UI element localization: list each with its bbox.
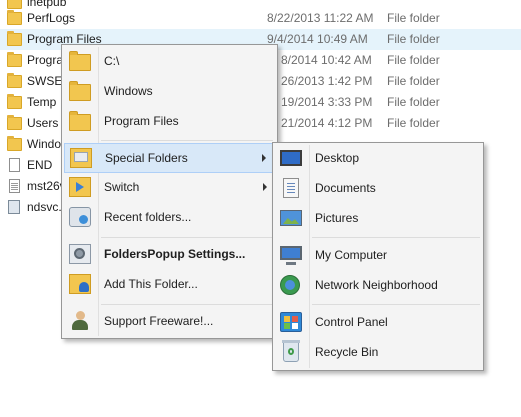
- menu-item-label: Support Freeware!...: [104, 314, 214, 328]
- menu-item-label: Desktop: [315, 151, 360, 165]
- service-file-icon: [8, 200, 20, 214]
- menu-item-label: Recent folders...: [104, 210, 192, 224]
- computer-icon: [280, 246, 302, 265]
- menu-item-label: Switch: [104, 180, 140, 194]
- menu-separator: [101, 304, 273, 305]
- menu-item-label: Recycle Bin: [315, 345, 379, 359]
- menu-item-label: Control Panel: [315, 315, 388, 329]
- menu-item-label: Program Files: [104, 114, 179, 128]
- menu-item-windows[interactable]: Windows: [64, 77, 275, 107]
- menu-item-special-folders[interactable]: Special Folders: [64, 143, 275, 173]
- file-icon: [9, 158, 20, 172]
- menu-item-add-this-folder[interactable]: Add This Folder...: [64, 270, 275, 300]
- menu-item-support-freeware[interactable]: Support Freeware!...: [64, 307, 275, 337]
- menu-separator: [101, 140, 273, 141]
- file-row[interactable]: PerfLogs 8/22/2013 11:22 AM File folder: [0, 8, 521, 29]
- menu-item-label: Special Folders: [105, 151, 188, 165]
- network-icon: [280, 275, 300, 295]
- folder-icon: [7, 136, 22, 151]
- file-type: File folder: [387, 53, 440, 67]
- folder-icon: [7, 115, 22, 130]
- file-date: 8/2014 10:42 AM: [281, 53, 372, 67]
- menu-item-documents[interactable]: Documents: [275, 174, 481, 204]
- menu-item-control-panel[interactable]: Control Panel: [275, 308, 481, 338]
- file-name: PerfLogs: [27, 11, 76, 25]
- menu-item-desktop[interactable]: Desktop: [275, 144, 481, 174]
- file-date: 8/22/2013 11:22 AM: [267, 11, 374, 25]
- menu-item-c-drive[interactable]: C:\: [64, 47, 275, 77]
- special-folders-submenu: Desktop Documents Pictures My Computer N…: [272, 142, 484, 371]
- menu-item-label: C:\: [104, 54, 120, 68]
- file-name: Progra: [27, 53, 64, 67]
- documents-icon: [283, 178, 299, 198]
- switch-icon: [69, 177, 91, 197]
- folder-icon: [69, 81, 91, 101]
- menu-item-label: Network Neighborhood: [315, 278, 438, 292]
- menu-item-label: Documents: [315, 181, 376, 195]
- file-name: Users: [27, 116, 59, 130]
- folder-icon: [7, 31, 22, 46]
- menu-item-network-neighborhood[interactable]: Network Neighborhood: [275, 271, 481, 301]
- menu-item-label: FoldersPopup Settings...: [104, 247, 246, 261]
- recycle-bin-icon: [282, 340, 300, 362]
- menu-item-label: Add This Folder...: [104, 277, 198, 291]
- folder-icon: [69, 111, 91, 131]
- menu-separator: [312, 237, 480, 238]
- file-date: 26/2013 1:42 PM: [281, 74, 373, 88]
- folder-icon: [7, 10, 22, 25]
- file-name: mst26v: [27, 179, 66, 193]
- text-file-icon: [9, 179, 20, 193]
- file-name: END: [27, 158, 53, 172]
- menu-item-label: Windows: [104, 84, 153, 98]
- file-name: Windo: [27, 137, 62, 151]
- folders-popup-menu: C:\ Windows Program Files Special Folder…: [61, 44, 278, 339]
- folder-icon: [7, 73, 22, 88]
- settings-icon: [69, 244, 91, 264]
- menu-item-label: Pictures: [315, 211, 359, 225]
- file-date: 19/2014 3:33 PM: [281, 95, 373, 109]
- file-type: File folder: [387, 11, 440, 25]
- menu-item-settings[interactable]: FoldersPopup Settings...: [64, 240, 275, 270]
- menu-separator: [101, 237, 273, 238]
- submenu-arrow-icon: [263, 183, 267, 191]
- special-folders-icon: [70, 148, 92, 168]
- pictures-icon: [280, 210, 302, 226]
- file-name: ndsvc.: [27, 200, 62, 214]
- control-panel-icon: [280, 312, 302, 332]
- file-date: 9/4/2014 10:49 AM: [267, 32, 368, 46]
- menu-item-my-computer[interactable]: My Computer: [275, 241, 481, 271]
- menu-separator: [312, 304, 480, 305]
- file-date: 21/2014 4:12 PM: [281, 116, 373, 130]
- menu-item-program-files[interactable]: Program Files: [64, 107, 275, 137]
- support-icon: [71, 311, 89, 331]
- menu-item-pictures[interactable]: Pictures: [275, 204, 481, 234]
- menu-item-label: My Computer: [315, 248, 388, 262]
- menu-item-recycle-bin[interactable]: Recycle Bin: [275, 338, 481, 368]
- folder-icon: [69, 51, 91, 71]
- add-folder-icon: [69, 274, 91, 294]
- menu-item-recent-folders[interactable]: Recent folders...: [64, 203, 275, 233]
- file-type: File folder: [387, 74, 440, 88]
- submenu-arrow-icon: [262, 154, 266, 162]
- folder-icon: [7, 94, 22, 109]
- file-type: File folder: [387, 32, 440, 46]
- desktop-icon: [280, 150, 302, 166]
- folder-icon: [7, 52, 22, 67]
- menu-item-switch[interactable]: Switch: [64, 173, 275, 203]
- file-type: File folder: [387, 116, 440, 130]
- recent-folders-icon: [69, 207, 91, 227]
- file-name: Temp: [27, 95, 57, 109]
- file-type: File folder: [387, 95, 440, 109]
